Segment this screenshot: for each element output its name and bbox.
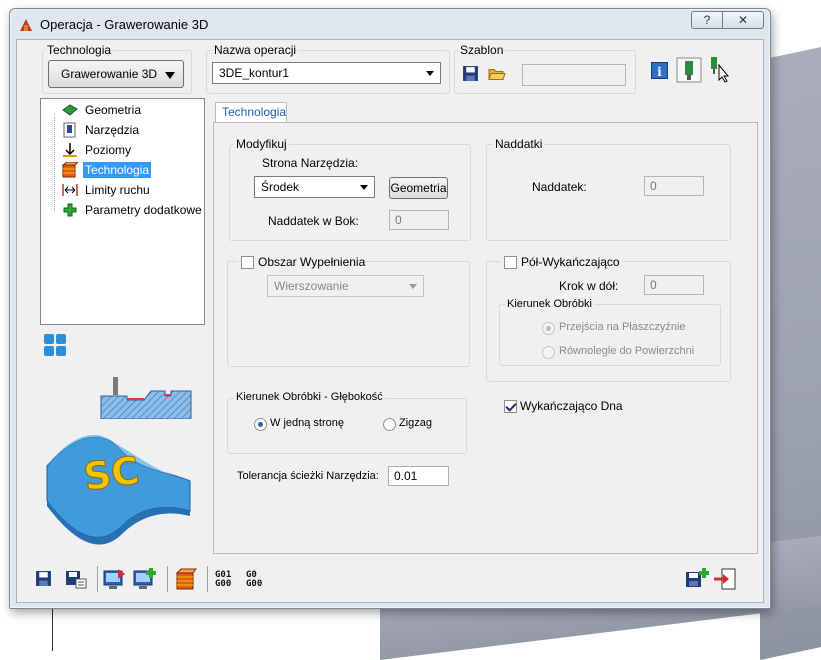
title-bar[interactable]: Operacja - Grawerowanie 3D ? ✕	[10, 9, 770, 39]
tool-section-preview	[100, 377, 192, 419]
krok-label: Krok w dół:	[559, 279, 619, 293]
tool-cursor-icon[interactable]	[707, 55, 733, 83]
tab-strip	[287, 102, 758, 123]
tree-item-geometria[interactable]: Geometria	[61, 101, 143, 119]
save-template-icon[interactable]	[65, 569, 87, 589]
tree-item-label: Poziomy	[85, 143, 132, 157]
simulate-icon[interactable]	[103, 567, 127, 591]
strona-narzedzia-combo[interactable]: Środek	[254, 176, 375, 198]
info-icon[interactable]: i	[651, 62, 668, 79]
tree-item-label: Narzędzia	[85, 123, 140, 137]
nazwa-operacji-label: Nazwa operacji	[212, 43, 299, 57]
obszar-combo[interactable]: Wierszowanie	[267, 275, 424, 297]
rownolegle-radio[interactable]	[542, 346, 555, 359]
save-icon[interactable]	[462, 65, 479, 82]
app-icon	[20, 19, 32, 31]
naddatek-field[interactable]: 0	[644, 176, 704, 196]
part-3d-preview: SC	[46, 435, 191, 545]
tree-item-narzedzia[interactable]: Narzędzia	[61, 121, 141, 139]
naddatek-bok-label: Naddatek w Bok:	[268, 214, 359, 228]
tree-item-label: Technologia	[83, 162, 152, 178]
przejscia-radio[interactable]	[542, 322, 555, 335]
obszar-combo-value: Wierszowanie	[274, 279, 349, 293]
obszar-label: Obszar Wypełnienia	[258, 255, 366, 269]
levels-icon	[63, 143, 77, 157]
strona-narzedzia-value: Środek	[261, 180, 300, 194]
add-params-icon	[63, 203, 77, 217]
save-and-add-icon[interactable]	[685, 567, 709, 589]
tree-item-label: Geometria	[85, 103, 142, 117]
toolbar-separator	[167, 566, 168, 592]
tree-item-technologia[interactable]: Technologia	[61, 161, 152, 179]
technologia-value: Grawerowanie 3D	[61, 67, 158, 81]
gcode-button[interactable]: G01 G00	[215, 571, 231, 589]
tree-item-limity-ruchu[interactable]: Limity ruchu	[61, 181, 152, 199]
tree-item-label: Limity ruchu	[85, 183, 150, 197]
tolerancja-label: Tolerancja ścieżki Narzędzia:	[237, 470, 379, 482]
nazwa-operacji-value: 3DE_kontur1	[219, 66, 290, 80]
view-tiles-icon[interactable]	[43, 333, 67, 357]
polwyk-checkbox[interactable]	[504, 256, 517, 269]
strona-narzedzia-label: Strona Narzędzia:	[262, 156, 359, 170]
toolbar-separator	[97, 566, 98, 592]
kierunek-obrobki-label: Kierunek Obróbki	[505, 298, 594, 310]
save-icon[interactable]	[35, 570, 52, 587]
technology-stack-icon[interactable]	[175, 567, 197, 591]
naddatek-label: Naddatek:	[532, 180, 587, 194]
tool-icon	[63, 122, 76, 138]
exit-icon[interactable]	[713, 567, 737, 591]
window-title: Operacja - Grawerowanie 3D	[40, 17, 209, 32]
glebokosc-label: Kierunek Obróbki - Głębokość	[234, 391, 385, 403]
help-button[interactable]: ?	[691, 11, 723, 29]
wykanczajaco-dna-label: Wykańczająco Dna	[520, 399, 623, 413]
naddatek-bok-field[interactable]: 0	[389, 210, 449, 230]
zigzag-radio[interactable]	[383, 418, 396, 431]
motion-limits-icon	[62, 184, 78, 196]
tree-item-parametry-dodatkowe[interactable]: Parametry dodatkowe	[61, 201, 204, 219]
obszar-checkbox[interactable]	[241, 256, 254, 269]
chevron-down-icon	[360, 185, 368, 190]
technologia-label: Technologia	[45, 43, 114, 57]
geometria-button[interactable]: Geometria	[389, 177, 448, 199]
szablon-field[interactable]	[522, 64, 626, 86]
tolerancja-field[interactable]: 0.01	[388, 466, 449, 486]
toolbar-separator	[207, 566, 208, 592]
technologia-combo[interactable]: Grawerowanie 3D	[48, 60, 184, 88]
geometry-icon	[62, 104, 78, 116]
open-folder-icon[interactable]	[488, 65, 506, 82]
tree-item-poziomy[interactable]: Poziomy	[61, 141, 133, 159]
gcode-settings-button[interactable]: G0 G00	[246, 571, 262, 589]
chevron-down-icon	[426, 71, 434, 76]
przejscia-label: Przejścia na Płaszczyźnie	[559, 321, 686, 333]
szablon-label: Szablon	[458, 43, 506, 57]
svg-text:SC: SC	[81, 448, 142, 499]
tab-technologia[interactable]: Technologia	[215, 102, 287, 123]
close-button[interactable]: ✕	[722, 11, 764, 29]
modyfikuj-label: Modyfikuj	[234, 137, 289, 151]
operation-dialog: Operacja - Grawerowanie 3D ? ✕ Technolog…	[9, 8, 771, 609]
rownolegle-label: Równolegle do Powierzchni	[559, 345, 695, 357]
polwyk-label: Pół-Wykańczająco	[521, 255, 620, 269]
settings-tree: Geometria Narzędzia Poziomy Technologia …	[40, 98, 205, 325]
wykanczajaco-dna-checkbox[interactable]	[504, 400, 517, 413]
dialog-client: Technologia Grawerowanie 3D Nazwa operac…	[16, 39, 764, 603]
chevron-down-icon	[409, 284, 417, 289]
naddatki-label: Naddatki	[493, 137, 545, 151]
gcode-line: G00	[215, 579, 232, 589]
krok-field[interactable]: 0	[644, 275, 704, 295]
nazwa-operacji-combo[interactable]: 3DE_kontur1	[212, 62, 441, 84]
tree-connector	[54, 114, 55, 211]
w-jedna-strone-radio[interactable]	[254, 418, 267, 431]
technology-icon	[61, 162, 79, 178]
svg-text:i: i	[657, 65, 662, 79]
w-jedna-strone-label: W jedną stronę	[270, 417, 344, 429]
tool-library-icon[interactable]	[676, 57, 702, 83]
gcode-line: G00	[246, 579, 263, 589]
chevron-down-icon	[165, 72, 175, 79]
simulate-add-icon[interactable]	[133, 567, 157, 591]
tree-item-label: Parametry dodatkowe	[85, 203, 202, 217]
zigzag-label: Zigzag	[399, 417, 433, 429]
